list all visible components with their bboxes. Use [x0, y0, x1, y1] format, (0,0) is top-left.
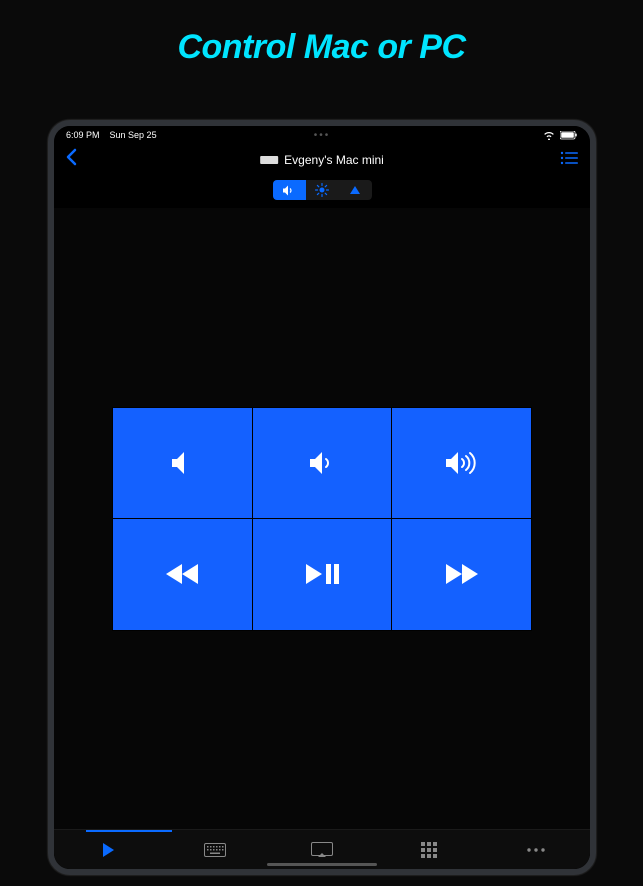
screen-icon — [311, 842, 333, 858]
rewind-icon — [164, 563, 200, 585]
main-content — [54, 208, 590, 829]
status-time: 6:09 PM — [66, 130, 100, 140]
nav-bar: Evgeny's Mac mini — [54, 144, 590, 176]
mode-segment-control — [273, 180, 372, 200]
list-button[interactable] — [560, 151, 578, 170]
control-grid — [112, 407, 532, 631]
grid-icon — [421, 842, 437, 858]
tab-indicator — [86, 830, 172, 832]
tab-screen[interactable] — [268, 842, 375, 858]
volume-high-icon — [442, 451, 482, 475]
home-indicator — [267, 863, 377, 866]
segment-brightness[interactable] — [306, 180, 339, 200]
volume-up-button[interactable] — [392, 408, 531, 519]
tab-more[interactable] — [483, 848, 590, 852]
tab-remote[interactable] — [54, 842, 161, 858]
wifi-icon — [543, 131, 555, 140]
forward-button[interactable] — [392, 519, 531, 630]
play-pause-icon — [304, 562, 340, 586]
mac-mini-icon — [260, 156, 278, 164]
keyboard-icon — [204, 843, 226, 857]
volume-mute-icon — [168, 451, 196, 475]
tab-keyboard[interactable] — [161, 843, 268, 857]
device-name-label: Evgeny's Mac mini — [284, 153, 384, 167]
status-dots: ••• — [314, 130, 331, 141]
status-date: Sun Sep 25 — [110, 130, 157, 140]
ipad-screen: 6:09 PM Sun Sep 25 ••• Evgeny's Mac mini — [54, 126, 590, 869]
more-icon — [527, 848, 545, 852]
play-icon — [101, 842, 115, 858]
rewind-button[interactable] — [113, 519, 252, 630]
segment-media[interactable] — [339, 180, 372, 200]
volume-low-icon — [306, 451, 338, 475]
promo-headline: Control Mac or PC — [0, 28, 643, 67]
battery-icon — [560, 131, 578, 140]
volume-down-button[interactable] — [253, 408, 392, 519]
device-title: Evgeny's Mac mini — [260, 153, 384, 167]
back-button[interactable] — [66, 148, 77, 172]
ipad-frame: 6:09 PM Sun Sep 25 ••• Evgeny's Mac mini — [48, 120, 596, 875]
tab-apps[interactable] — [376, 842, 483, 858]
segment-control-row — [54, 176, 590, 208]
play-pause-button[interactable] — [253, 519, 392, 630]
status-bar: 6:09 PM Sun Sep 25 ••• — [54, 126, 590, 144]
forward-icon — [444, 563, 480, 585]
segment-volume[interactable] — [273, 180, 306, 200]
mute-button[interactable] — [113, 408, 252, 519]
